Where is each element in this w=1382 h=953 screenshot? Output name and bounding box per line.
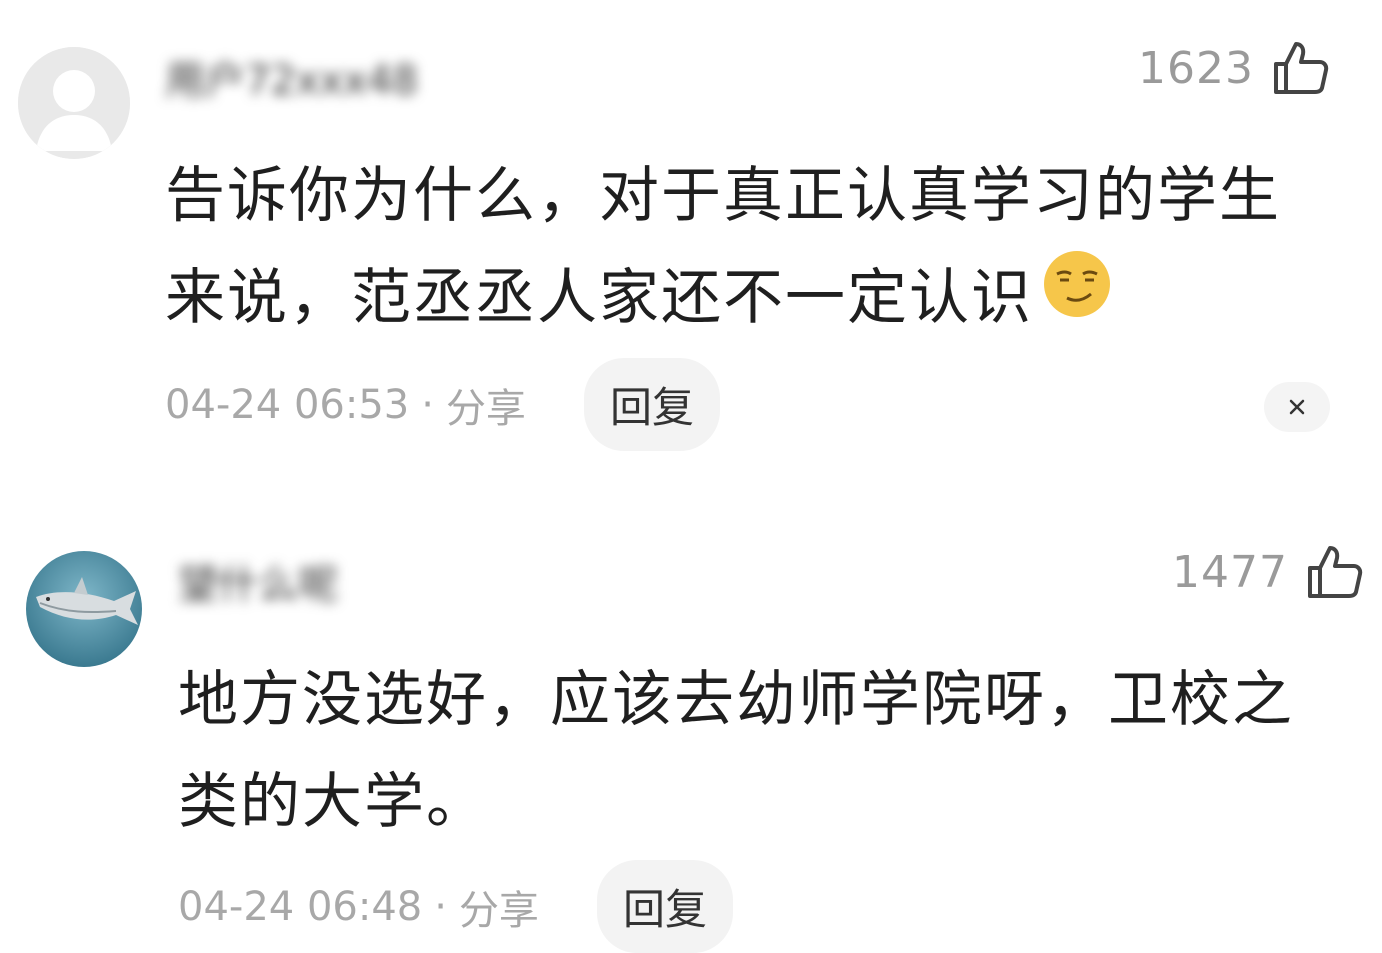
like-group[interactable]: 1623 (1138, 38, 1330, 98)
separator-dot: · (421, 381, 434, 428)
avatar[interactable] (18, 47, 130, 159)
username[interactable]: 用户72xxx48 (165, 48, 418, 106)
smirk-emoji-icon (1039, 247, 1115, 349)
comment-line: 来说，范丞丞人家还不一定认识 (165, 263, 1033, 333)
comment-meta: 04-24 06:53 · 分享 回复 (165, 358, 720, 451)
comment-line: 类的大学。 (178, 767, 488, 837)
comment-text: 地方没选好，应该去幼师学院呀，卫校之 类的大学。 (178, 649, 1378, 853)
comment-item: 望什么呢 1477 地方没选好，应该去幼师学院呀，卫校之 类的大学。 04-24… (0, 520, 1382, 953)
comment-line: 地方没选好，应该去幼师学院呀，卫校之 (178, 665, 1294, 735)
username[interactable]: 望什么呢 (178, 552, 338, 610)
close-button[interactable] (1264, 382, 1330, 432)
avatar[interactable] (26, 551, 142, 667)
default-avatar-icon (18, 47, 130, 159)
like-group[interactable]: 1477 (1172, 542, 1364, 602)
reply-button[interactable]: 回复 (596, 860, 733, 953)
like-count: 1477 (1172, 546, 1288, 598)
timestamp: 04-24 06:53 (165, 381, 410, 428)
share-link[interactable]: 分享 (446, 376, 526, 434)
comment-meta: 04-24 06:48 · 分享 回复 (178, 860, 733, 953)
separator-dot: · (434, 883, 447, 930)
thumbs-up-icon[interactable] (1270, 38, 1330, 98)
timestamp: 04-24 06:48 (178, 883, 423, 930)
shark-avatar-icon (26, 551, 142, 667)
like-count: 1623 (1138, 42, 1254, 94)
thumbs-up-icon[interactable] (1304, 542, 1364, 602)
close-icon (1289, 399, 1305, 415)
comment-line-with-emoji: 来说，范丞丞人家还不一定认识 (165, 247, 1345, 349)
comment-text: 告诉你为什么，对于真正认真学习的学生 来说，范丞丞人家还不一定认识 (165, 145, 1345, 349)
comment-line: 告诉你为什么，对于真正认真学习的学生 (165, 161, 1281, 231)
reply-button[interactable]: 回复 (583, 358, 720, 451)
comment-item: 用户72xxx48 1623 告诉你为什么，对于真正认真学习的学生 来说，范丞丞… (0, 0, 1382, 470)
share-link[interactable]: 分享 (459, 878, 539, 936)
